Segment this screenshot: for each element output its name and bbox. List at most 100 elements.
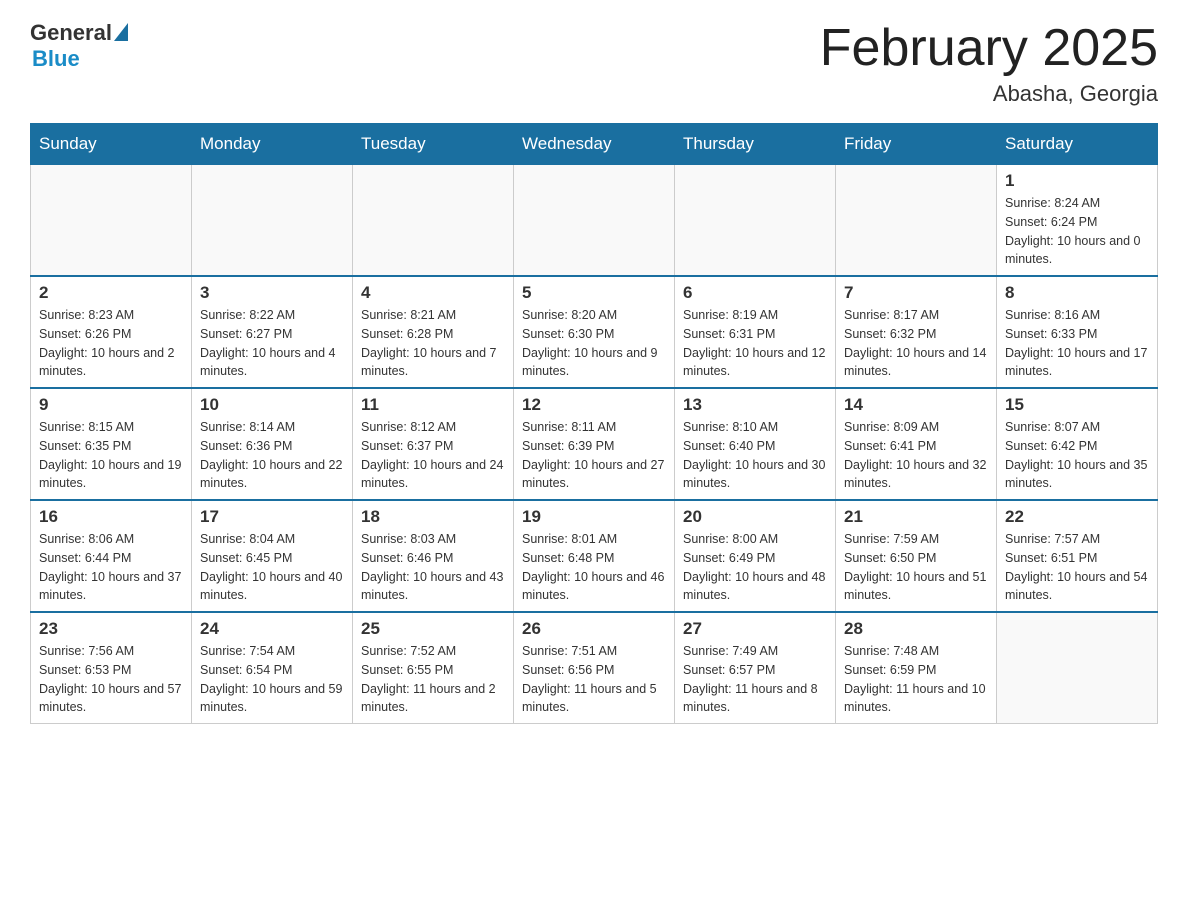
day-number: 23	[39, 619, 183, 639]
day-number: 20	[683, 507, 827, 527]
day-info: Sunrise: 7:48 AM Sunset: 6:59 PM Dayligh…	[844, 642, 988, 717]
calendar-cell: 24Sunrise: 7:54 AM Sunset: 6:54 PM Dayli…	[192, 612, 353, 724]
day-info: Sunrise: 7:49 AM Sunset: 6:57 PM Dayligh…	[683, 642, 827, 717]
calendar-cell	[997, 612, 1158, 724]
calendar-cell: 18Sunrise: 8:03 AM Sunset: 6:46 PM Dayli…	[353, 500, 514, 612]
calendar-cell: 12Sunrise: 8:11 AM Sunset: 6:39 PM Dayli…	[514, 388, 675, 500]
day-number: 3	[200, 283, 344, 303]
calendar-cell	[192, 165, 353, 277]
day-info: Sunrise: 8:10 AM Sunset: 6:40 PM Dayligh…	[683, 418, 827, 493]
calendar-cell	[836, 165, 997, 277]
calendar-cell: 9 Sunrise: 8:15 AM Sunset: 6:35 PM Daylig…	[31, 388, 192, 500]
day-number: 8	[1005, 283, 1149, 303]
calendar-cell: 19 Sunrise: 8:01 AM Sunset: 6:48 PM Dayli…	[514, 500, 675, 612]
calendar-header-thursday: Thursday	[675, 124, 836, 165]
day-number: 24	[200, 619, 344, 639]
calendar-header-monday: Monday	[192, 124, 353, 165]
day-info: Sunrise: 8:14 AM Sunset: 6:36 PM Dayligh…	[200, 418, 344, 493]
calendar-cell: 7 Sunrise: 8:17 AM Sunset: 6:32 PM Daylig…	[836, 276, 997, 388]
day-info: Sunrise: 8:12 AM Sunset: 6:37 PM Dayligh…	[361, 418, 505, 493]
day-number: 22	[1005, 507, 1149, 527]
month-title: February 2025	[820, 20, 1158, 77]
calendar-week-row: 9 Sunrise: 8:15 AM Sunset: 6:35 PM Daylig…	[31, 388, 1158, 500]
day-number: 2	[39, 283, 183, 303]
calendar-cell: 27Sunrise: 7:49 AM Sunset: 6:57 PM Dayli…	[675, 612, 836, 724]
day-number: 17	[200, 507, 344, 527]
day-number: 1	[1005, 171, 1149, 191]
day-number: 14	[844, 395, 988, 415]
logo-blue-text: Blue	[32, 46, 80, 72]
calendar-cell	[514, 165, 675, 277]
day-info: Sunrise: 8:16 AM Sunset: 6:33 PM Dayligh…	[1005, 306, 1149, 381]
calendar-cell: 1 Sunrise: 8:24 AM Sunset: 6:24 PM Daylig…	[997, 165, 1158, 277]
calendar-cell: 28 Sunrise: 7:48 AM Sunset: 6:59 PM Dayli…	[836, 612, 997, 724]
calendar-cell	[675, 165, 836, 277]
day-info: Sunrise: 8:24 AM Sunset: 6:24 PM Dayligh…	[1005, 194, 1149, 269]
calendar-header-friday: Friday	[836, 124, 997, 165]
day-info: Sunrise: 7:59 AM Sunset: 6:50 PM Dayligh…	[844, 530, 988, 605]
day-number: 11	[361, 395, 505, 415]
day-info: Sunrise: 8:15 AM Sunset: 6:35 PM Dayligh…	[39, 418, 183, 493]
calendar-cell: 23 Sunrise: 7:56 AM Sunset: 6:53 PM Dayli…	[31, 612, 192, 724]
title-section: February 2025 Abasha, Georgia	[820, 20, 1158, 107]
calendar-cell	[31, 165, 192, 277]
calendar-cell: 4Sunrise: 8:21 AM Sunset: 6:28 PM Daylig…	[353, 276, 514, 388]
calendar-week-row: 23 Sunrise: 7:56 AM Sunset: 6:53 PM Dayli…	[31, 612, 1158, 724]
day-number: 13	[683, 395, 827, 415]
day-info: Sunrise: 8:07 AM Sunset: 6:42 PM Dayligh…	[1005, 418, 1149, 493]
day-number: 21	[844, 507, 988, 527]
calendar-cell: 5 Sunrise: 8:20 AM Sunset: 6:30 PM Daylig…	[514, 276, 675, 388]
calendar-header-tuesday: Tuesday	[353, 124, 514, 165]
calendar-week-row: 16Sunrise: 8:06 AM Sunset: 6:44 PM Dayli…	[31, 500, 1158, 612]
calendar-cell: 20 Sunrise: 8:00 AM Sunset: 6:49 PM Dayli…	[675, 500, 836, 612]
day-number: 5	[522, 283, 666, 303]
day-info: Sunrise: 7:52 AM Sunset: 6:55 PM Dayligh…	[361, 642, 505, 717]
day-info: Sunrise: 8:23 AM Sunset: 6:26 PM Dayligh…	[39, 306, 183, 381]
calendar-week-row: 2 Sunrise: 8:23 AM Sunset: 6:26 PM Daylig…	[31, 276, 1158, 388]
calendar-cell: 10Sunrise: 8:14 AM Sunset: 6:36 PM Dayli…	[192, 388, 353, 500]
calendar-cell: 13 Sunrise: 8:10 AM Sunset: 6:40 PM Dayli…	[675, 388, 836, 500]
day-info: Sunrise: 8:21 AM Sunset: 6:28 PM Dayligh…	[361, 306, 505, 381]
logo: General Blue	[30, 20, 128, 72]
day-number: 26	[522, 619, 666, 639]
location-label: Abasha, Georgia	[820, 81, 1158, 107]
calendar-header-sunday: Sunday	[31, 124, 192, 165]
calendar-cell: 6 Sunrise: 8:19 AM Sunset: 6:31 PM Daylig…	[675, 276, 836, 388]
calendar-cell: 26 Sunrise: 7:51 AM Sunset: 6:56 PM Dayli…	[514, 612, 675, 724]
calendar-cell: 21 Sunrise: 7:59 AM Sunset: 6:50 PM Dayli…	[836, 500, 997, 612]
calendar-cell: 25 Sunrise: 7:52 AM Sunset: 6:55 PM Dayli…	[353, 612, 514, 724]
day-number: 28	[844, 619, 988, 639]
logo-triangle-icon	[114, 23, 128, 41]
calendar-header-wednesday: Wednesday	[514, 124, 675, 165]
day-info: Sunrise: 8:17 AM Sunset: 6:32 PM Dayligh…	[844, 306, 988, 381]
calendar-cell: 14 Sunrise: 8:09 AM Sunset: 6:41 PM Dayli…	[836, 388, 997, 500]
day-info: Sunrise: 8:00 AM Sunset: 6:49 PM Dayligh…	[683, 530, 827, 605]
day-info: Sunrise: 8:03 AM Sunset: 6:46 PM Dayligh…	[361, 530, 505, 605]
day-number: 16	[39, 507, 183, 527]
day-info: Sunrise: 7:57 AM Sunset: 6:51 PM Dayligh…	[1005, 530, 1149, 605]
day-number: 15	[1005, 395, 1149, 415]
calendar-cell: 22 Sunrise: 7:57 AM Sunset: 6:51 PM Dayli…	[997, 500, 1158, 612]
calendar-table: SundayMondayTuesdayWednesdayThursdayFrid…	[30, 123, 1158, 724]
day-info: Sunrise: 7:51 AM Sunset: 6:56 PM Dayligh…	[522, 642, 666, 717]
day-info: Sunrise: 8:19 AM Sunset: 6:31 PM Dayligh…	[683, 306, 827, 381]
day-info: Sunrise: 8:01 AM Sunset: 6:48 PM Dayligh…	[522, 530, 666, 605]
calendar-cell: 8 Sunrise: 8:16 AM Sunset: 6:33 PM Daylig…	[997, 276, 1158, 388]
day-number: 19	[522, 507, 666, 527]
day-info: Sunrise: 8:20 AM Sunset: 6:30 PM Dayligh…	[522, 306, 666, 381]
calendar-cell: 16Sunrise: 8:06 AM Sunset: 6:44 PM Dayli…	[31, 500, 192, 612]
day-number: 25	[361, 619, 505, 639]
day-number: 6	[683, 283, 827, 303]
calendar-header-row: SundayMondayTuesdayWednesdayThursdayFrid…	[31, 124, 1158, 165]
day-number: 9	[39, 395, 183, 415]
day-info: Sunrise: 8:09 AM Sunset: 6:41 PM Dayligh…	[844, 418, 988, 493]
calendar-cell: 3 Sunrise: 8:22 AM Sunset: 6:27 PM Daylig…	[192, 276, 353, 388]
day-info: Sunrise: 8:11 AM Sunset: 6:39 PM Dayligh…	[522, 418, 666, 493]
calendar-cell: 15 Sunrise: 8:07 AM Sunset: 6:42 PM Dayli…	[997, 388, 1158, 500]
day-info: Sunrise: 7:56 AM Sunset: 6:53 PM Dayligh…	[39, 642, 183, 717]
calendar-week-row: 1 Sunrise: 8:24 AM Sunset: 6:24 PM Daylig…	[31, 165, 1158, 277]
calendar-header-saturday: Saturday	[997, 124, 1158, 165]
day-info: Sunrise: 8:22 AM Sunset: 6:27 PM Dayligh…	[200, 306, 344, 381]
page-header: General Blue February 2025 Abasha, Georg…	[30, 20, 1158, 107]
day-number: 7	[844, 283, 988, 303]
